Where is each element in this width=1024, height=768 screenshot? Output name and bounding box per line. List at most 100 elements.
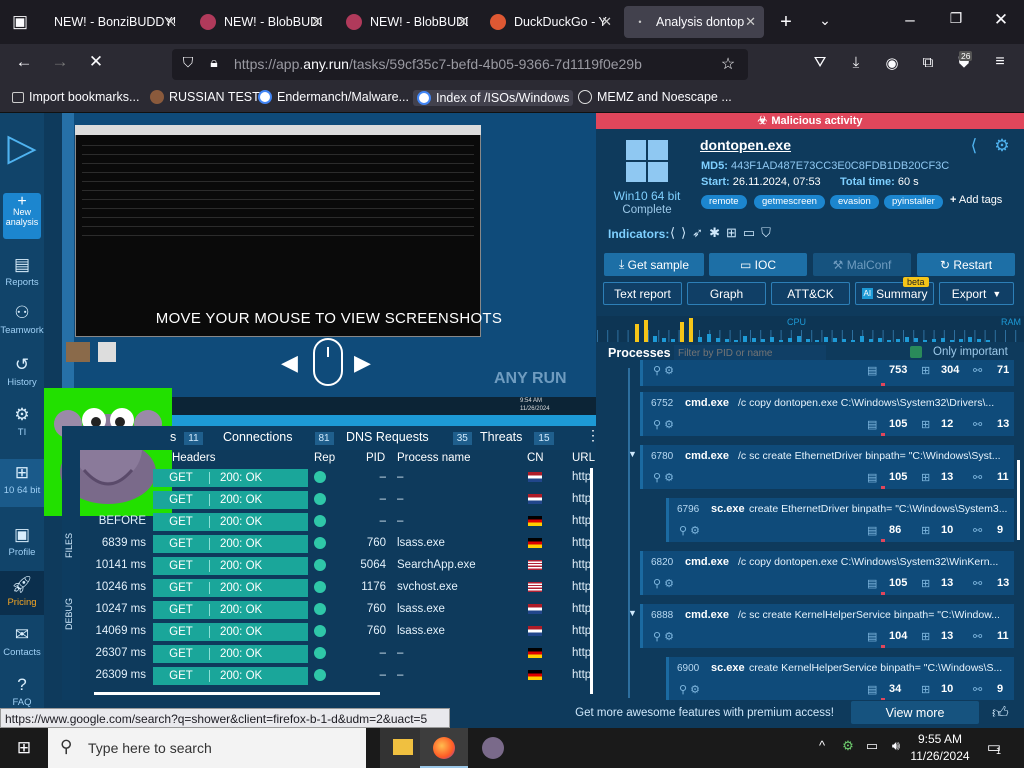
process-item[interactable]: 6752 cmd.exe/c copy dontopen.exe C:\Windo… — [640, 392, 1014, 436]
process-item[interactable]: 6780 cmd.exe/c sc create EthernetDriver b… — [640, 445, 1014, 489]
new-analysis-button[interactable]: + New analysis — [3, 193, 41, 239]
tab-overview-icon[interactable]: ▣ — [8, 12, 32, 32]
table-row[interactable]: 26307 ms GET 200: OK – – http — [62, 644, 592, 664]
tab-3[interactable]: NEW! - BlobBUDDY✕ — [338, 6, 476, 38]
close-icon[interactable]: ✕ — [745, 14, 756, 30]
share-icon[interactable]: ⟨ — [962, 136, 986, 156]
process-item[interactable]: 6888 cmd.exe/c sc create KernelHelperServ… — [640, 604, 1014, 648]
view-more-button[interactable]: View more — [851, 701, 979, 724]
anyrun-logo-icon[interactable]: ▷ — [4, 123, 40, 173]
close-icon[interactable]: ✕ — [601, 14, 612, 30]
table-hscrollbar[interactable] — [94, 692, 380, 695]
table-row[interactable]: 14069 ms GET 200: OK 760 lsass.exe http — [62, 622, 592, 642]
table-row[interactable]: 26309 ms GET 200: OK – – http — [62, 666, 592, 686]
close-icon[interactable]: ✕ — [311, 14, 322, 30]
get-sample-button[interactable]: ⤓ Get sample — [604, 253, 704, 276]
lock-icon[interactable]: 🔒︎ — [202, 54, 226, 71]
table-row[interactable]: BEFORE GET 200: OK – – http — [62, 512, 592, 532]
request-badge[interactable]: GET 200: OK — [153, 667, 308, 685]
stop-icon[interactable]: ✕ — [84, 52, 108, 72]
bookmark-memz[interactable]: MEMZ and Noescape ... — [578, 90, 732, 104]
indicator-icons[interactable]: ⟨⟩➶✱⊞▭⛉ — [670, 225, 777, 241]
process-scrollbar[interactable] — [1017, 460, 1020, 540]
minimize-icon[interactable]: – — [898, 10, 922, 30]
process-item[interactable]: 6796 sc.exe create EthernetDriver binpath=… — [666, 498, 1014, 542]
tab-1[interactable]: NEW! - BonziBUDDY! ✕ — [46, 6, 184, 38]
tag-pyinstaller[interactable]: pyinstaller — [884, 195, 943, 209]
tab-http-requests[interactable]: s 11 — [170, 430, 203, 445]
download-icon[interactable]: ⤓ — [844, 54, 868, 71]
tag-getmescreen[interactable]: getmescreen — [754, 195, 825, 209]
thumbs-up-icon[interactable]: 👍︎ — [992, 704, 1009, 723]
malconf-button[interactable]: ⚒ MalConf — [813, 253, 911, 276]
volume-icon[interactable]: 🔊︎ — [884, 738, 908, 754]
bookmark-star-icon[interactable]: ☆ — [716, 54, 740, 74]
taskbar-firefox[interactable] — [420, 728, 468, 768]
sidebar-item-reports[interactable]: ▤ Reports — [0, 255, 44, 288]
sidebar-item-teamwork[interactable]: ⚇ Teamwork — [0, 303, 44, 336]
tab-4[interactable]: DuckDuckGo - Y ✕ — [482, 6, 620, 38]
table-scrollbar[interactable] — [590, 468, 593, 694]
process-item[interactable]: 6820 cmd.exe/c copy dontopen.exe C:\Windo… — [640, 551, 1014, 595]
maximize-icon[interactable]: ❐ — [944, 10, 968, 27]
ioc-button[interactable]: ▭ IOC — [709, 253, 807, 276]
request-badge[interactable]: GET 200: OK — [153, 645, 308, 663]
export-button[interactable]: Export ▼ — [939, 282, 1014, 305]
restart-button[interactable]: ↻ Restart — [917, 253, 1015, 276]
sidebar-item-ti[interactable]: ⚙ TI — [0, 405, 44, 438]
list-tabs-icon[interactable]: ⌄ — [813, 12, 837, 29]
request-badge[interactable]: GET 200: OK — [153, 601, 308, 619]
bookmark-russian-test[interactable]: RUSSIAN TEST — [150, 90, 260, 104]
taskbar-buddy[interactable] — [470, 728, 516, 768]
process-filter-input[interactable] — [674, 345, 826, 361]
menu-icon[interactable]: ≡ — [988, 53, 1012, 71]
taskbar-search[interactable]: ⚲ Type here to search — [48, 728, 366, 768]
new-tab-icon[interactable]: + — [774, 11, 798, 34]
bookmark-isos[interactable]: Index of /ISOs/Windows — [413, 90, 574, 106]
tab-connections[interactable]: Connections 81 — [223, 430, 334, 445]
sidebar-item-pricing[interactable]: 🚀︎ Pricing — [0, 571, 44, 615]
extensions-icon[interactable]: ⧉ — [916, 54, 940, 71]
sidebar-item-faq[interactable]: ? FAQ — [0, 675, 44, 708]
forward-icon[interactable]: → — [48, 52, 72, 72]
sidebar-item-contacts[interactable]: ✉ Contacts — [0, 625, 44, 658]
windows-start-icon[interactable]: ⊞ — [12, 738, 36, 758]
close-icon[interactable]: ✕ — [457, 14, 468, 30]
table-row[interactable]: GET 200: OK – – http — [62, 490, 592, 510]
table-row[interactable]: 10247 ms GET 200: OK 760 lsass.exe http — [62, 600, 592, 620]
sidebar-item-win10[interactable]: ⊞ 10 64 bit — [0, 459, 44, 507]
graph-button[interactable]: Graph — [687, 282, 766, 305]
next-screenshot-icon[interactable]: ▶ — [354, 350, 371, 376]
tag-evasion[interactable]: evasion — [830, 195, 879, 209]
close-icon[interactable]: ✕ — [165, 14, 176, 30]
request-badge[interactable]: GET 200: OK — [153, 623, 308, 641]
tag-remote[interactable]: remote — [701, 195, 747, 209]
table-row[interactable]: GET 200: OK – – http — [62, 468, 592, 488]
tab-2[interactable]: NEW! - BlobBUDDY✕ — [192, 6, 330, 38]
pocket-icon[interactable]: ⛛ — [808, 54, 832, 71]
tray-app-icon[interactable]: ⚙ — [836, 738, 860, 754]
only-important-checkbox[interactable] — [910, 346, 922, 358]
bookmark-import[interactable]: Import bookmarks... — [12, 90, 139, 104]
process-item[interactable]: ⚲ ⚙ ▤ 753 ⊞ 304 ⚯ 71 — [640, 360, 1014, 386]
network-icon[interactable]: ▭ — [860, 738, 884, 754]
prev-screenshot-icon[interactable]: ◀ — [281, 350, 298, 376]
table-row[interactable]: 6839 ms GET 200: OK 760 lsass.exe http — [62, 534, 592, 554]
table-row[interactable]: 10246 ms GET 200: OK 1176 svchost.exe http — [62, 578, 592, 598]
request-badge[interactable]: GET 200: OK — [153, 491, 308, 509]
tree-toggle-icon[interactable]: ▼ — [628, 608, 637, 618]
request-badge[interactable]: GET 200: OK — [153, 557, 308, 575]
request-badge[interactable]: GET 200: OK — [153, 535, 308, 553]
account-icon[interactable]: ◉ — [880, 54, 904, 72]
window-close-icon[interactable]: ✕ — [989, 10, 1013, 30]
request-badge[interactable]: GET 200: OK — [153, 469, 308, 487]
bookmark-endermanch[interactable]: Endermanch/Malware... — [258, 90, 409, 104]
taskbar-date[interactable]: 11/26/2024 — [908, 749, 972, 763]
text-report-button[interactable]: Text report — [603, 282, 682, 305]
tab-threats[interactable]: Threats 15 — [480, 430, 554, 445]
add-tags-button[interactable]: + Add tags — [950, 194, 1002, 206]
attck-button[interactable]: ATT&CK — [771, 282, 850, 305]
request-badge[interactable]: GET 200: OK — [153, 579, 308, 597]
sidebar-item-history[interactable]: ↺ History — [0, 355, 44, 388]
url-bar[interactable]: ⛉ 🔒︎ https://app.any.run/tasks/59cf35c7-… — [172, 49, 748, 80]
